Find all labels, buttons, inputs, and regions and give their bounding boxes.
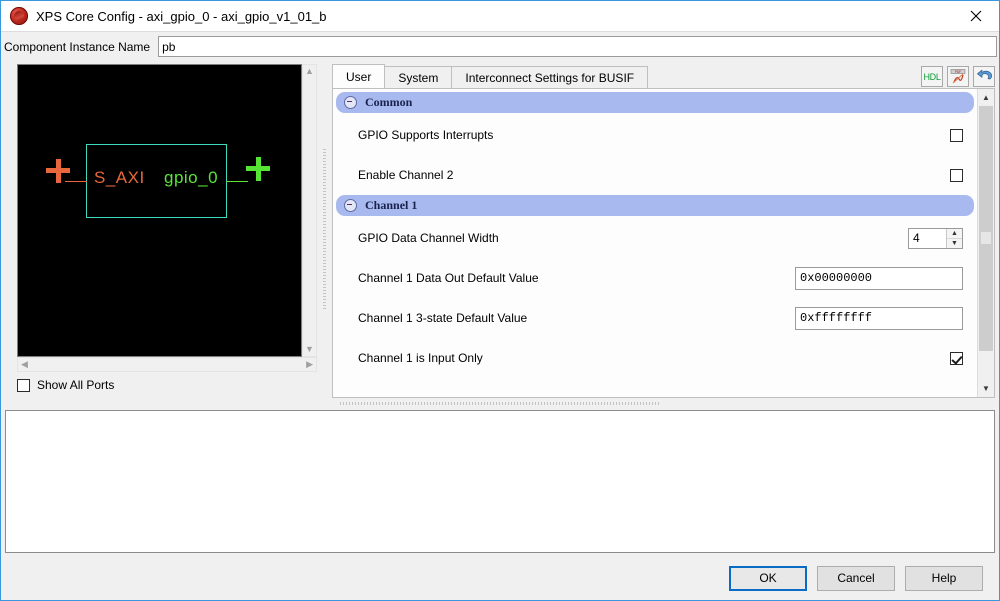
field-gpio-data-channel-width: GPIO Data Channel Width ▲ ▼ [336, 218, 974, 258]
show-all-ports-row: Show All Ports [5, 372, 317, 398]
horizontal-splitter[interactable] [5, 398, 995, 410]
field-label: GPIO Supports Interrupts [358, 128, 494, 142]
diagram-vertical-scrollbar[interactable]: ▲ ▼ [302, 64, 317, 357]
tab-interconnect-settings[interactable]: Interconnect Settings for BUSIF [451, 66, 649, 88]
chevron-left-icon[interactable]: ◀ [18, 358, 31, 371]
field-channel-1-3state-default: Channel 1 3-state Default Value [336, 298, 974, 338]
hdl-view-icon[interactable]: HDL [921, 66, 943, 87]
undo-arrow-icon [976, 69, 992, 80]
cancel-button[interactable]: Cancel [817, 565, 895, 591]
block-diagram-pane: S_AXI gpio_0 ▲ ▼ ◀ ▶ Show All Ports [5, 61, 317, 398]
channel-1-data-out-default-input[interactable] [795, 266, 963, 290]
gpio-expand-plus-icon[interactable] [246, 157, 270, 181]
cancel-button-label: Cancel [837, 571, 875, 585]
ok-button-label: OK [759, 571, 777, 585]
scrollbar-track[interactable] [978, 106, 994, 380]
enable-channel-2-checkbox[interactable] [950, 168, 963, 182]
dialog-footer: OK Cancel Help [1, 556, 999, 600]
field-channel-1-data-out-default: Channel 1 Data Out Default Value [336, 258, 974, 298]
gpio-port-line [226, 181, 248, 182]
dialog-body: S_AXI gpio_0 ▲ ▼ ◀ ▶ Show All Ports User… [1, 61, 999, 556]
settings-panel: Common GPIO Supports Interrupts Enable C… [332, 88, 995, 398]
section-title-common: Common [365, 95, 413, 109]
tab-system[interactable]: System [384, 66, 453, 88]
collapse-minus-icon[interactable] [344, 96, 357, 109]
vertical-splitter[interactable] [317, 61, 332, 398]
datasheet-pdf-icon[interactable]: PDF [947, 66, 969, 87]
block-diagram-canvas[interactable]: S_AXI gpio_0 [17, 64, 302, 357]
scroll-down-icon[interactable]: ▼ [978, 380, 994, 397]
field-label: Channel 1 Data Out Default Value [358, 271, 539, 285]
field-label: Channel 1 is Input Only [358, 351, 483, 365]
component-instance-label: Component Instance Name [4, 39, 151, 54]
chevron-up-icon[interactable]: ▲ [302, 65, 317, 78]
settings-pane: User System Interconnect Settings for BU… [332, 61, 995, 398]
tab-system-label: System [398, 70, 439, 85]
component-instance-input[interactable] [158, 36, 997, 57]
close-icon [970, 10, 982, 21]
show-all-ports-label: Show All Ports [37, 378, 115, 392]
field-label: Enable Channel 2 [358, 168, 454, 182]
xps-core-config-dialog: XPS Core Config - axi_gpio_0 - axi_gpio_… [0, 0, 1000, 601]
field-gpio-supports-interrupts: GPIO Supports Interrupts [336, 115, 974, 155]
s-axi-expand-plus-icon[interactable] [46, 159, 70, 183]
chevron-down-icon[interactable]: ▼ [302, 343, 317, 356]
section-title-channel-1: Channel 1 [365, 198, 418, 212]
tab-user-label: User [346, 69, 372, 84]
svg-text:PDF: PDF [955, 70, 961, 74]
gpio-data-channel-width-input[interactable] [909, 228, 946, 248]
channel-1-3state-default-input[interactable] [795, 306, 963, 330]
tab-strip: User System Interconnect Settings for BU… [332, 64, 995, 88]
field-label: GPIO Data Channel Width [358, 231, 499, 245]
stepper-buttons: ▲ ▼ [946, 228, 962, 248]
stepper-up-icon[interactable]: ▲ [947, 229, 962, 239]
s-axi-bus-label: S_AXI [94, 168, 145, 187]
stepper-down-icon[interactable]: ▼ [947, 239, 962, 248]
chevron-right-icon[interactable]: ▶ [303, 358, 316, 371]
field-enable-channel-2: Enable Channel 2 [336, 155, 974, 195]
window-title: XPS Core Config - axi_gpio_0 - axi_gpio_… [36, 8, 327, 24]
close-button[interactable] [953, 1, 999, 30]
message-log-panel[interactable] [5, 410, 995, 553]
pdf-glyph-icon: PDF [950, 69, 966, 84]
scrollbar-thumb[interactable] [979, 106, 993, 351]
title-bar: XPS Core Config - axi_gpio_0 - axi_gpio_… [1, 1, 999, 32]
splitter-grip-dots [323, 149, 326, 309]
diagram-wrap: S_AXI gpio_0 ▲ ▼ [5, 61, 317, 357]
help-button[interactable]: Help [905, 565, 983, 591]
show-all-ports-checkbox[interactable] [17, 378, 30, 392]
help-button-label: Help [931, 571, 957, 585]
gpio-data-channel-width-stepper[interactable]: ▲ ▼ [908, 227, 963, 249]
tab-user[interactable]: User [332, 64, 386, 88]
section-header-common[interactable]: Common [336, 92, 974, 113]
hdl-icon-label: HDL [923, 71, 941, 82]
tab-toolbar: HDL PDF [921, 66, 995, 88]
section-header-channel-1[interactable]: Channel 1 [336, 195, 974, 216]
collapse-minus-icon[interactable] [344, 199, 357, 212]
channel-1-is-input-only-checkbox[interactable] [950, 351, 963, 365]
gpio-bus-label: gpio_0 [164, 168, 219, 187]
scrollbar-thumb-grip [981, 232, 991, 244]
field-channel-1-is-input-only: Channel 1 is Input Only [336, 338, 974, 378]
gpio-supports-interrupts-checkbox[interactable] [950, 128, 963, 142]
restore-defaults-icon[interactable] [973, 66, 995, 87]
xps-logo-icon [10, 7, 28, 25]
field-label: Channel 1 3-state Default Value [358, 311, 528, 325]
tab-interconnect-label: Interconnect Settings for BUSIF [465, 70, 635, 85]
settings-scroll-area: Common GPIO Supports Interrupts Enable C… [333, 89, 977, 397]
splitter-grip-dots [340, 402, 660, 405]
component-instance-row: Component Instance Name [1, 32, 999, 61]
upper-area: S_AXI gpio_0 ▲ ▼ ◀ ▶ Show All Ports User… [5, 61, 995, 398]
diagram-horizontal-scrollbar[interactable]: ◀ ▶ [17, 357, 317, 372]
ok-button[interactable]: OK [729, 565, 807, 591]
scroll-up-icon[interactable]: ▲ [978, 89, 994, 106]
settings-vertical-scrollbar[interactable]: ▲ ▼ [977, 89, 994, 397]
